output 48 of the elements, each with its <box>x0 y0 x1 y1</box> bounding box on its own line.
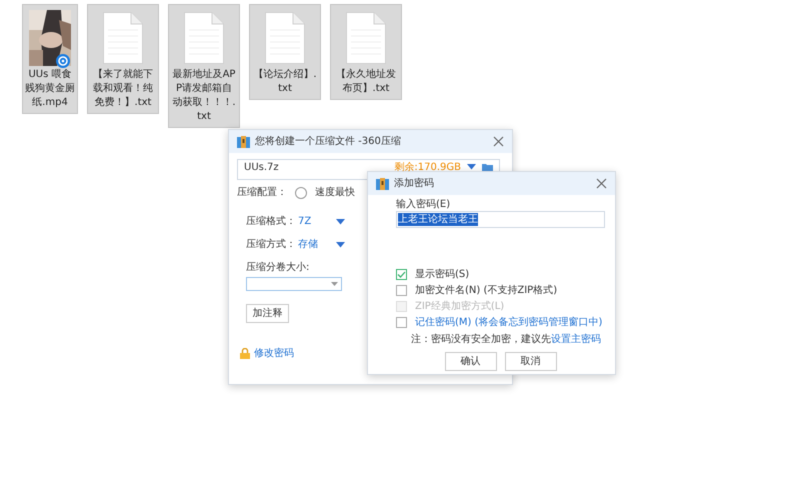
dropdown-caret-icon[interactable] <box>336 218 345 224</box>
file-name: 【论坛介绍】.txt <box>252 68 318 96</box>
field-label: 压缩分卷大小: <box>246 261 310 274</box>
checkbox-label[interactable]: 显示密码(S) <box>415 268 470 281</box>
password-field[interactable]: 上老王论坛当老王 <box>396 211 605 228</box>
config-label: 压缩配置： <box>237 186 287 199</box>
dropdown-caret-icon[interactable] <box>336 242 345 248</box>
window-title: 您将创建一个压缩文件 -360压缩 <box>255 134 401 149</box>
free-space-text: 剩余:170.9GB <box>394 161 461 174</box>
text-file-icon <box>103 12 143 64</box>
note-text: 注：密码没有安全加密，建议先 <box>411 333 551 346</box>
checkbox-label[interactable]: 加密文件名(N) (不支持ZIP格式) <box>415 284 558 297</box>
file-item[interactable]: 【论坛介绍】.txt <box>249 4 321 100</box>
dropdown-caret-icon[interactable] <box>331 282 338 286</box>
file-name: 最新地址及APP请发邮箱自动获取！！！.txt <box>171 68 237 124</box>
file-item[interactable]: 最新地址及APP请发邮箱自动获取！！！.txt <box>168 4 240 128</box>
close-button[interactable] <box>596 178 607 189</box>
player-badge-icon <box>56 54 70 68</box>
dialog-button[interactable]: 取消 <box>504 352 556 371</box>
file-item[interactable]: UUs 喂食贱狗黄金厕纸.mp4 <box>22 4 78 114</box>
checkbox[interactable] <box>396 269 407 280</box>
dropdown-value[interactable]: 存储 <box>298 238 336 251</box>
file-name: 【来了就能下载和观看！纯免费！】.txt <box>92 68 154 110</box>
field-label: 压缩方式： <box>246 238 297 251</box>
file-item[interactable]: 【来了就能下载和观看！纯免费！】.txt <box>87 4 159 114</box>
text-file-icon <box>265 12 305 64</box>
add-comment-button[interactable]: 加注释 <box>246 304 289 323</box>
archive-icon <box>376 178 389 190</box>
checkbox[interactable] <box>396 317 407 328</box>
file-name: 【永久地址发布页】.txt <box>335 68 397 96</box>
password-label: 输入密码(E) <box>396 198 452 211</box>
text-file-icon <box>346 12 386 64</box>
change-password-link[interactable]: 修改密码 <box>254 347 294 360</box>
archive-icon <box>237 136 250 148</box>
dropdown-value[interactable]: 7Z <box>298 215 336 228</box>
close-button[interactable] <box>493 136 504 147</box>
file-item[interactable]: 【永久地址发布页】.txt <box>330 4 402 100</box>
checkbox-label: ZIP经典加密方式(L) <box>415 300 504 313</box>
radio-button[interactable] <box>295 186 307 198</box>
file-name: UUs 喂食贱狗黄金厕纸.mp4 <box>25 68 75 110</box>
checkbox[interactable] <box>396 285 407 296</box>
text-file-icon <box>184 12 224 64</box>
set-master-password-link[interactable]: 设置主密码 <box>551 333 601 346</box>
radio-label: 速度最快 <box>315 186 355 199</box>
dialog-button[interactable]: 确认 <box>444 352 496 371</box>
lock-icon <box>240 348 250 359</box>
checkbox-label[interactable]: 记住密码(M) (将会备忘到密码管理窗口中) <box>415 316 602 329</box>
field-label: 压缩格式： <box>246 215 297 228</box>
